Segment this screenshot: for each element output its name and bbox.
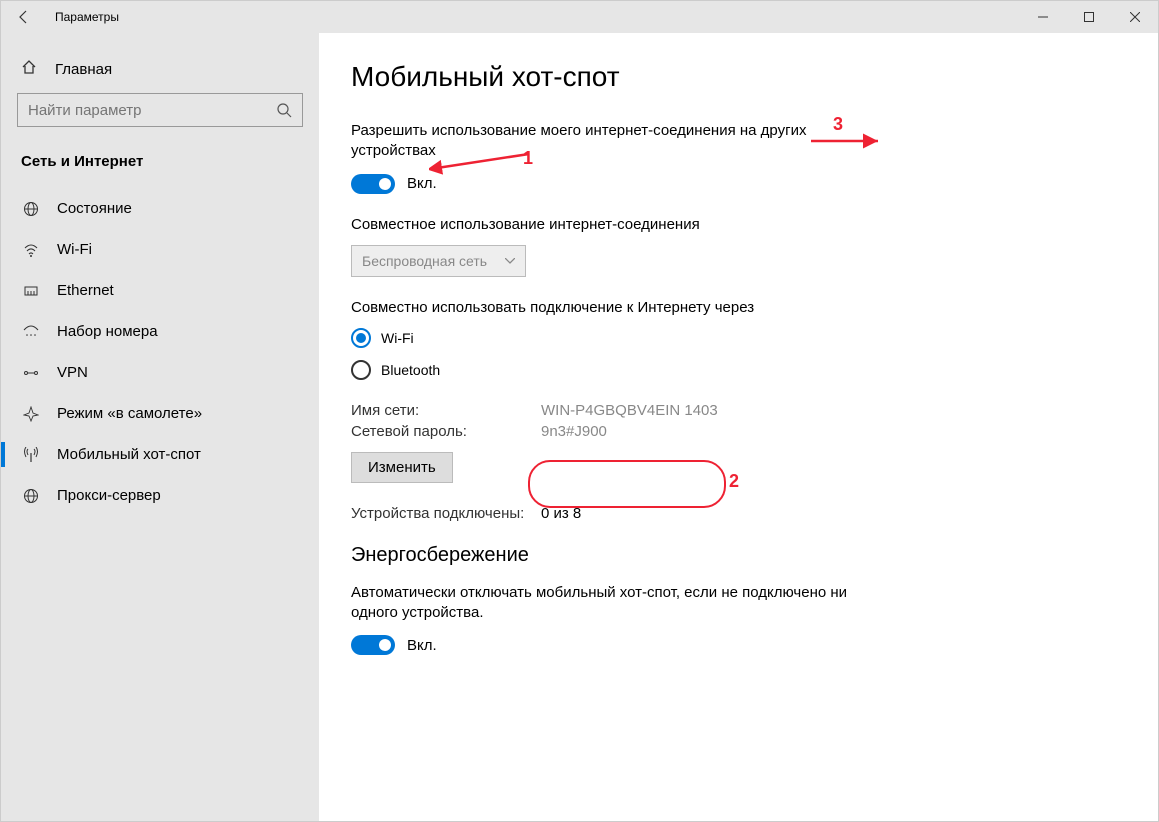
share-toggle[interactable] bbox=[351, 174, 395, 194]
sidebar-item-label: Набор номера bbox=[57, 323, 158, 340]
proxy-icon bbox=[21, 488, 41, 504]
airplane-icon bbox=[21, 406, 41, 422]
sidebar-item-hotspot[interactable]: Мобильный хот-спот bbox=[1, 434, 319, 475]
container: Главная Сеть и Интернет Состояние Wi-Fi … bbox=[1, 33, 1158, 821]
radio-wifi-label: Wi-Fi bbox=[381, 330, 414, 346]
sidebar-item-vpn[interactable]: VPN bbox=[1, 352, 319, 393]
dropdown-value: Беспроводная сеть bbox=[362, 253, 487, 269]
power-title: Энергосбережение bbox=[351, 544, 871, 567]
back-button[interactable] bbox=[1, 1, 47, 33]
chevron-down-icon bbox=[505, 258, 515, 264]
sidebar-item-wifi[interactable]: Wi-Fi bbox=[1, 229, 319, 270]
annotation-box-2 bbox=[528, 460, 726, 508]
dialup-icon bbox=[21, 324, 41, 340]
ethernet-icon bbox=[21, 283, 41, 299]
sidebar-item-dialup[interactable]: Набор номера bbox=[1, 311, 319, 352]
sidebar-item-label: Состояние bbox=[57, 200, 132, 217]
power-toggle-row: Вкл. bbox=[351, 635, 871, 655]
power-description: Автоматически отключать мобильный хот-сп… bbox=[351, 583, 871, 624]
home-link[interactable]: Главная bbox=[1, 51, 319, 87]
annotation-arrow-3 bbox=[806, 131, 886, 151]
close-icon bbox=[1130, 12, 1140, 22]
network-name-label: Имя сети: bbox=[351, 402, 541, 419]
category-header: Сеть и Интернет bbox=[1, 145, 319, 188]
arrow-left-icon bbox=[16, 9, 32, 25]
status-icon bbox=[21, 201, 41, 217]
devices-label: Устройства подключены: bbox=[351, 505, 541, 522]
sidebar-item-label: Режим «в самолете» bbox=[57, 405, 202, 422]
annotation-arrow-1 bbox=[429, 146, 535, 182]
connection-label: Совместное использование интернет-соедин… bbox=[351, 216, 871, 233]
sidebar-item-airplane[interactable]: Режим «в самолете» bbox=[1, 393, 319, 434]
maximize-button[interactable] bbox=[1066, 1, 1112, 33]
titlebar: Параметры bbox=[1, 1, 1158, 33]
sidebar-item-status[interactable]: Состояние bbox=[1, 188, 319, 229]
page-title: Мобильный хот-спот bbox=[351, 61, 871, 93]
search-input[interactable] bbox=[28, 102, 258, 119]
window-controls bbox=[1020, 1, 1158, 33]
home-icon bbox=[21, 59, 37, 79]
radio-bluetooth-label: Bluetooth bbox=[381, 362, 440, 378]
search-box[interactable] bbox=[17, 93, 303, 127]
network-name-row: Имя сети: WIN-P4GBQBV4EIN 1403 bbox=[351, 402, 871, 419]
vpn-icon bbox=[21, 365, 41, 381]
network-name-value: WIN-P4GBQBV4EIN 1403 bbox=[541, 402, 718, 419]
connection-section: Совместное использование интернет-соедин… bbox=[351, 216, 871, 277]
search-icon bbox=[276, 102, 292, 118]
minimize-icon bbox=[1038, 12, 1048, 22]
radio-wifi[interactable]: Wi-Fi bbox=[351, 328, 871, 348]
sidebar-item-label: Прокси-сервер bbox=[57, 487, 161, 504]
sidebar-item-label: VPN bbox=[57, 364, 88, 381]
sidebar-item-label: Wi-Fi bbox=[57, 241, 92, 258]
sidebar-item-ethernet[interactable]: Ethernet bbox=[1, 270, 319, 311]
toggle-knob bbox=[379, 178, 391, 190]
power-toggle[interactable] bbox=[351, 635, 395, 655]
network-password-row: Сетевой пароль: 9n3#J900 bbox=[351, 423, 871, 440]
share-via-label: Совместно использовать подключение к Инт… bbox=[351, 299, 871, 316]
sidebar-item-label: Мобильный хот-спот bbox=[57, 446, 201, 463]
toggle-knob bbox=[379, 639, 391, 651]
maximize-icon bbox=[1084, 12, 1094, 22]
power-toggle-label: Вкл. bbox=[407, 637, 437, 654]
sidebar-item-proxy[interactable]: Прокси-сервер bbox=[1, 475, 319, 516]
hotspot-icon bbox=[21, 447, 41, 463]
edit-button[interactable]: Изменить bbox=[351, 452, 453, 483]
network-password-value: 9n3#J900 bbox=[541, 423, 607, 440]
network-password-label: Сетевой пароль: bbox=[351, 423, 541, 440]
wifi-icon bbox=[21, 242, 41, 258]
radio-bluetooth[interactable]: Bluetooth bbox=[351, 360, 871, 380]
sidebar-item-label: Ethernet bbox=[57, 282, 114, 299]
annotation-2: 2 bbox=[729, 471, 739, 492]
home-label: Главная bbox=[55, 61, 112, 78]
close-button[interactable] bbox=[1112, 1, 1158, 33]
minimize-button[interactable] bbox=[1020, 1, 1066, 33]
share-via-section: Совместно использовать подключение к Инт… bbox=[351, 299, 871, 380]
connection-dropdown[interactable]: Беспроводная сеть bbox=[351, 245, 526, 277]
radio-icon bbox=[351, 360, 371, 380]
radio-icon bbox=[351, 328, 371, 348]
window-title: Параметры bbox=[47, 10, 119, 24]
sidebar: Главная Сеть и Интернет Состояние Wi-Fi … bbox=[1, 33, 319, 821]
